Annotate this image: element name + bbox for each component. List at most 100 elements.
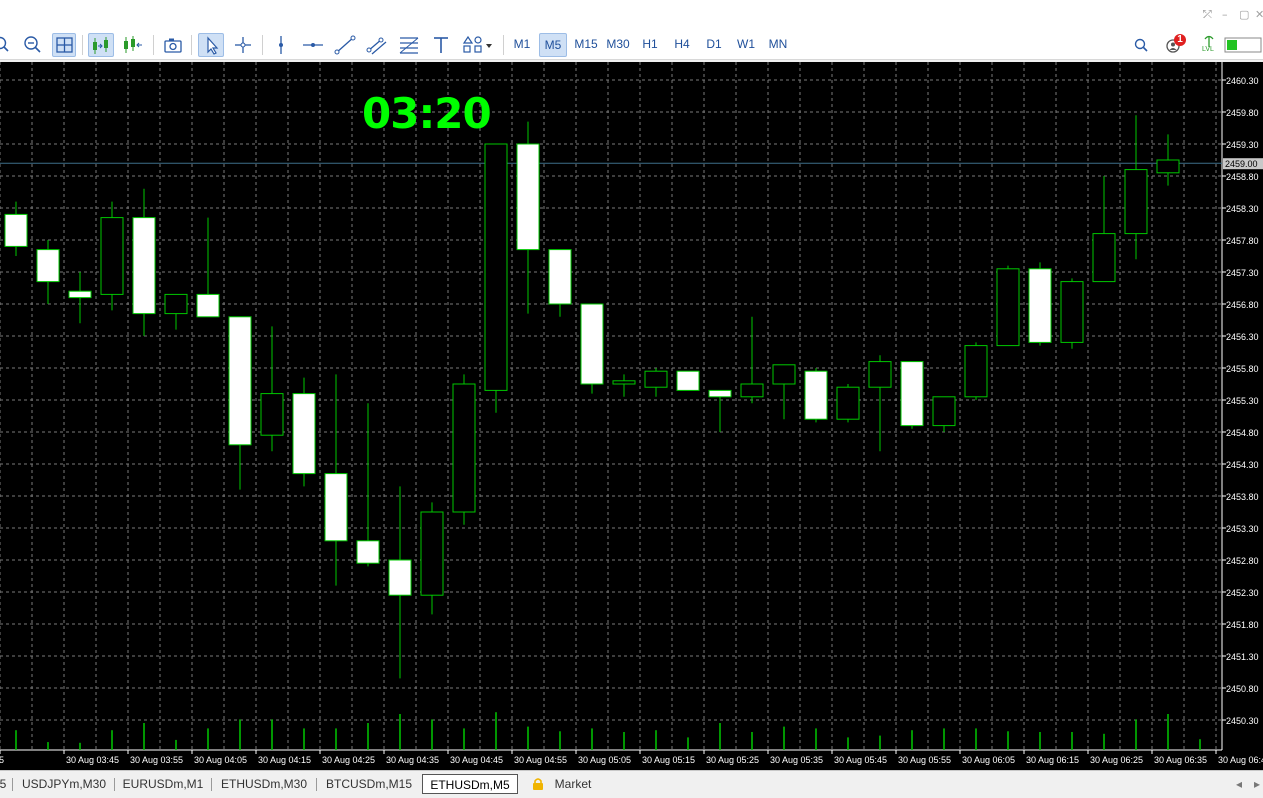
restore-button[interactable]: ▢ bbox=[1239, 9, 1249, 21]
tab-separator bbox=[316, 778, 317, 791]
trendline-button[interactable] bbox=[332, 33, 358, 57]
time-axis-label: 30 Aug 04:55 bbox=[514, 755, 567, 765]
timeframe-h4[interactable]: H4 bbox=[669, 33, 695, 57]
candle-bearish bbox=[228, 316, 252, 446]
time-axis-label: 30 Aug 04:35 bbox=[386, 755, 439, 765]
tile-windows-button[interactable] bbox=[52, 33, 76, 57]
crosshair-button[interactable] bbox=[230, 33, 256, 57]
candle-bearish bbox=[388, 559, 412, 596]
candle-bearish bbox=[292, 393, 316, 475]
cursor-tool-button[interactable] bbox=[198, 33, 224, 57]
candle-bullish bbox=[836, 386, 860, 420]
candle-bearish bbox=[324, 473, 348, 542]
unpin-icon[interactable]: ⤱ bbox=[1203, 9, 1212, 21]
horizontal-line-button[interactable] bbox=[300, 33, 326, 57]
tab-partial[interactable]: 5 bbox=[0, 774, 8, 794]
price-axis-label: 2454.30 bbox=[1226, 460, 1259, 470]
text-tool-button[interactable] bbox=[428, 33, 454, 57]
screenshot-button[interactable] bbox=[160, 33, 186, 57]
close-button[interactable]: ✕ bbox=[1255, 9, 1263, 21]
horizontal-line-icon bbox=[303, 43, 323, 47]
search-icon bbox=[1134, 38, 1148, 52]
timeframe-m30[interactable]: M30 bbox=[603, 33, 633, 57]
time-axis-label: 30 Aug 05:45 bbox=[834, 755, 887, 765]
fibonacci-button[interactable] bbox=[396, 33, 422, 57]
candle-bullish bbox=[932, 396, 956, 427]
price-axis-label: 2456.80 bbox=[1226, 300, 1259, 310]
notification-count: 1 bbox=[1177, 34, 1183, 45]
candle-bullish bbox=[452, 383, 476, 513]
candle-bullish bbox=[1156, 159, 1180, 174]
candle-bullish bbox=[996, 268, 1020, 347]
vertical-line-icon bbox=[279, 36, 283, 54]
timeframe-m1[interactable]: M1 bbox=[509, 33, 535, 57]
tab-eurusdm-m1[interactable]: EURUSDm,M1 bbox=[118, 774, 208, 794]
candle-bearish bbox=[676, 370, 700, 391]
timeframe-w1[interactable]: W1 bbox=[733, 33, 759, 57]
candle-bearish bbox=[708, 389, 732, 398]
tab-market[interactable]: Market bbox=[548, 774, 598, 794]
toolbar-separator bbox=[262, 35, 263, 55]
lvl-label: LVL bbox=[1202, 46, 1214, 53]
time-axis-label: 30 Aug 05:55 bbox=[898, 755, 951, 765]
timeframe-d1[interactable]: D1 bbox=[701, 33, 727, 57]
tab-btcusdm-m15[interactable]: BTCUSDm,M15 bbox=[321, 774, 417, 794]
candlestick-chart[interactable]: 2460.30 2459.80 2459.30 2458.80 2458.30 2457.… bbox=[0, 62, 1263, 770]
candle-bullish bbox=[868, 361, 892, 388]
auto-scroll-icon bbox=[93, 37, 108, 54]
price-axis-label: 2452.80 bbox=[1226, 556, 1259, 566]
candle-bearish bbox=[516, 143, 540, 251]
candle-bearish bbox=[4, 213, 28, 247]
bar-countdown-timer: 03:20 bbox=[362, 89, 492, 138]
candle-bearish bbox=[1028, 268, 1052, 343]
lock-icon bbox=[533, 778, 543, 790]
candle-bearish bbox=[132, 217, 156, 315]
tab-scroll-left[interactable]: ◂ bbox=[1234, 774, 1244, 794]
price-axis-label: 2455.30 bbox=[1226, 396, 1259, 406]
tab-usdjpym-m30[interactable]: USDJPYm,M30 bbox=[18, 774, 110, 794]
timeframe-h1[interactable]: H1 bbox=[637, 33, 663, 57]
cursor-icon bbox=[207, 36, 219, 55]
tab-separator bbox=[12, 778, 13, 791]
shapes-dropdown-button[interactable] bbox=[460, 33, 496, 57]
time-axis-label: 30 Aug 06:35 bbox=[1154, 755, 1207, 765]
zoom-out-button[interactable] bbox=[22, 33, 44, 57]
candle-bullish bbox=[1060, 281, 1084, 343]
tab-separator bbox=[211, 778, 212, 791]
auto-scroll-button[interactable] bbox=[88, 33, 114, 57]
notifications-button[interactable]: 1 bbox=[1163, 33, 1189, 57]
timeframe-mn[interactable]: MN bbox=[764, 33, 792, 57]
price-axis-label: 2450.30 bbox=[1226, 716, 1259, 726]
time-axis-label: 30 Aug 05:05 bbox=[578, 755, 631, 765]
channel-button[interactable] bbox=[364, 33, 390, 57]
timeframe-m15[interactable]: M15 bbox=[571, 33, 601, 57]
candle-bearish bbox=[68, 290, 92, 299]
time-axis-label: 30 Aug 04:45 bbox=[450, 755, 503, 765]
zoom-in-button[interactable] bbox=[0, 33, 10, 57]
price-axis-label: 2455.80 bbox=[1226, 364, 1259, 374]
tab-ethusdm-m5[interactable]: ETHUSDm,M5 bbox=[422, 774, 518, 794]
price-axis-label: 2452.30 bbox=[1226, 588, 1259, 598]
minimize-button[interactable]: – bbox=[1222, 9, 1228, 21]
signal-level-indicator[interactable]: LVL bbox=[1200, 33, 1222, 57]
time-axis-label: 30 Aug 04:25 bbox=[322, 755, 375, 765]
time-axis-label: 30 Aug 05:15 bbox=[642, 755, 695, 765]
price-axis-label: 2454.80 bbox=[1226, 428, 1259, 438]
tab-ethusdm-m30[interactable]: ETHUSDm,M30 bbox=[216, 774, 312, 794]
vertical-line-button[interactable] bbox=[268, 33, 294, 57]
zoom-in-icon bbox=[0, 36, 9, 52]
time-axis-label: 30 Aug 06:25 bbox=[1090, 755, 1143, 765]
title-bar: ⤱ – ▢ ✕ bbox=[0, 0, 1263, 30]
price-chart[interactable]: 2460.30 2459.80 2459.30 2458.80 2458.30 2457.… bbox=[0, 62, 1263, 770]
timeframe-m5[interactable]: M5 bbox=[539, 33, 567, 57]
candle-bearish bbox=[804, 370, 828, 420]
candle-bullish bbox=[612, 380, 636, 385]
chart-shift-button[interactable] bbox=[120, 33, 146, 57]
candle-bullish bbox=[484, 143, 508, 391]
tab-scroll-right[interactable]: ▸ bbox=[1252, 774, 1262, 794]
text-icon bbox=[434, 37, 448, 53]
connection-bar-icon bbox=[1224, 37, 1262, 53]
price-axis-label: 2459.30 bbox=[1226, 140, 1259, 150]
search-button[interactable] bbox=[1130, 33, 1152, 57]
time-axis-label: 35 bbox=[0, 755, 4, 765]
